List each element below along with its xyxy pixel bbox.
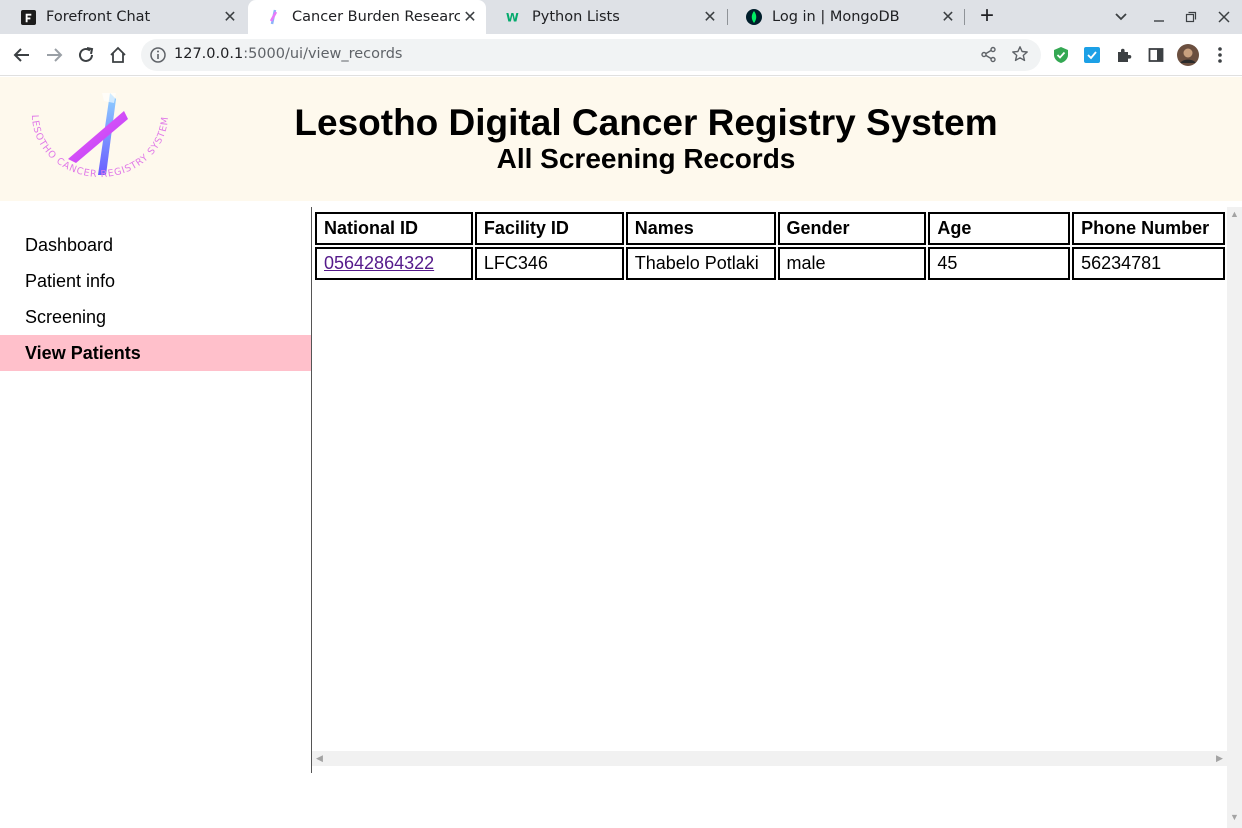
browser-menu-icon[interactable] [1207,42,1233,68]
sidebar-item-patient-info[interactable]: Patient info [0,263,311,299]
address-bar[interactable]: 127.0.0.1:5000/ui/view_records [141,39,1041,71]
page-subtitle: All Screening Records [496,143,796,174]
close-tab-icon[interactable]: ✕ [220,7,240,27]
records-panel: National ID Facility ID Names Gender Age… [312,207,1227,751]
tab-forefront-chat[interactable]: Forefront Chat ✕ [2,0,246,34]
cell-facility-id: LFC346 [474,247,624,280]
profile-avatar-icon[interactable] [1175,42,1201,68]
column-header-national-id: National ID [315,212,473,245]
page-header: LESOTHO CANCER REGISTRY SYSTEM Lesotho D… [0,77,1242,201]
browser-toolbar: 127.0.0.1:5000/ui/view_records [0,34,1242,76]
bookmark-star-icon[interactable] [1011,45,1029,68]
scroll-up-arrow-icon[interactable]: ▲ [1230,209,1239,219]
tab-title: Forefront Chat [46,9,151,25]
column-header-phone-number: Phone Number [1072,212,1225,245]
column-header-names: Names [625,212,776,245]
cell-names: Thabelo Potlaki [625,247,776,280]
sidebar-item-dashboard[interactable]: Dashboard [0,227,311,263]
tab-separator [964,9,965,25]
ribbon-icon [266,9,282,25]
shield-extension-icon[interactable] [1048,42,1074,68]
tab-python-lists[interactable]: W Python Lists ✕ [488,0,726,34]
tab-search-chevron-icon[interactable] [1110,6,1132,28]
minimize-icon[interactable] [1148,6,1170,28]
tab-mongodb-login[interactable]: Log in | MongoDB ✕ [728,0,964,34]
checkbox-extension-icon[interactable] [1079,42,1105,68]
national-id-link[interactable]: 05642864322 [324,253,434,273]
back-arrow-icon[interactable] [9,42,35,68]
scroll-right-arrow-icon[interactable]: ▶ [1216,753,1223,764]
scroll-left-arrow-icon[interactable]: ◀ [316,753,323,764]
mongodb-leaf-icon [746,9,762,25]
site-info-icon[interactable] [149,46,167,64]
horizontal-scrollbar[interactable]: ◀ ▶ [312,751,1242,766]
tab-title: Python Lists [532,9,620,25]
forefront-icon [20,9,36,25]
cell-national-id: 05642864322 [315,247,473,280]
tab-cancer-burden-research[interactable]: Cancer Burden Research F ✕ [248,0,486,34]
w3schools-icon: W [506,9,522,25]
page-title: Lesotho Digital Cancer Registry System [294,102,998,143]
svg-text:W: W [506,10,519,24]
column-header-gender: Gender [777,212,927,245]
forward-arrow-icon[interactable] [41,42,67,68]
tab-title: Cancer Burden Research F [292,9,460,25]
column-header-age: Age [928,212,1071,245]
close-tab-icon[interactable]: ✕ [460,7,480,27]
sidebar-item-screening[interactable]: Screening [0,299,311,335]
url-text: 127.0.0.1:5000/ui/view_records [174,46,402,62]
home-icon[interactable] [105,42,131,68]
new-tab-button[interactable]: + [976,4,998,28]
close-tab-icon[interactable]: ✕ [938,7,958,27]
scroll-down-arrow-icon[interactable]: ▼ [1230,812,1239,822]
web-page: LESOTHO CANCER REGISTRY SYSTEM Lesotho D… [0,77,1242,828]
tab-title: Log in | MongoDB [772,9,900,25]
restore-icon[interactable] [1180,6,1202,28]
reload-icon[interactable] [73,42,99,68]
url-path: :5000/ui/view_records [243,46,403,62]
close-window-icon[interactable] [1213,6,1235,28]
share-icon[interactable] [980,46,997,68]
cell-gender: male [777,247,927,280]
table-header-row: National ID Facility ID Names Gender Age… [315,212,1225,245]
close-tab-icon[interactable]: ✕ [700,7,720,27]
table-row: 05642864322 LFC346 Thabelo Potlaki male … [315,247,1225,280]
cell-phone-number: 56234781 [1072,247,1225,280]
side-panel-icon[interactable] [1143,42,1169,68]
screening-records-table: National ID Facility ID Names Gender Age… [313,210,1227,282]
sidebar-nav: Dashboard Patient info Screening View Pa… [0,207,311,773]
column-header-facility-id: Facility ID [474,212,624,245]
url-host: 127.0.0.1 [174,46,244,62]
tab-strip: Forefront Chat ✕ Cancer Burden Research … [0,0,1242,34]
vertical-scrollbar[interactable]: ▲ ▼ [1227,207,1242,828]
sidebar-item-view-patients[interactable]: View Patients [0,335,311,371]
extensions-puzzle-icon[interactable] [1111,42,1137,68]
cell-age: 45 [928,247,1071,280]
